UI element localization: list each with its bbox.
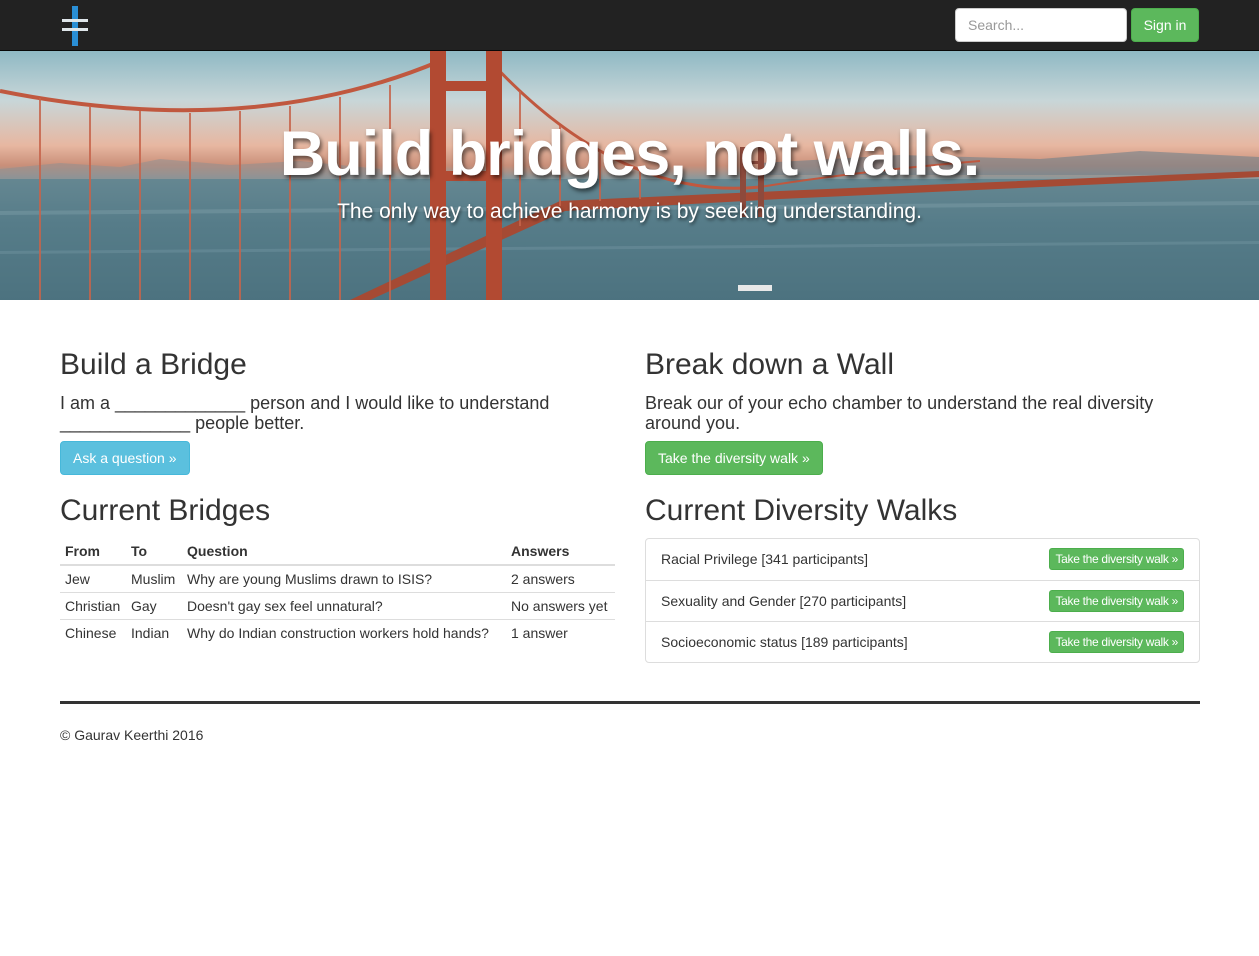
walk-take-button[interactable]: Take the diversity walk » bbox=[1049, 548, 1184, 570]
ask-question-button[interactable]: Ask a question » bbox=[60, 441, 190, 475]
navbar: Sign in bbox=[0, 0, 1259, 51]
current-bridges-heading: Current Bridges bbox=[60, 494, 271, 527]
cell-answers: 1 answer bbox=[506, 618, 615, 646]
take-diversity-walk-button[interactable]: Take the diversity walk » bbox=[645, 441, 823, 475]
break-wall-heading: Break down a Wall bbox=[645, 348, 894, 381]
diversity-walks-list: Racial Privilege [341 participants] Take… bbox=[645, 538, 1200, 663]
cell-question[interactable]: Why do Indian construction workers hold … bbox=[182, 618, 506, 646]
sign-in-button[interactable]: Sign in bbox=[1131, 8, 1199, 42]
cell-from: Jew bbox=[60, 564, 126, 592]
hero-banner: Build bridges, not walls. The only way t… bbox=[0, 51, 1259, 300]
cell-answers: 2 answers bbox=[506, 564, 615, 592]
table-row[interactable]: Jew Muslim Why are young Muslims drawn t… bbox=[60, 564, 615, 592]
list-item: Sexuality and Gender [270 participants] … bbox=[646, 580, 1199, 621]
cell-answers: No answers yet bbox=[506, 591, 615, 619]
break-wall-lead: Break our of your echo chamber to unders… bbox=[645, 393, 1154, 433]
cell-from: Chinese bbox=[60, 618, 126, 646]
search-input[interactable] bbox=[955, 8, 1127, 42]
cell-to: Muslim bbox=[126, 564, 182, 592]
walk-label: Socioeconomic status [189 participants] bbox=[661, 634, 908, 650]
current-walks-heading: Current Diversity Walks bbox=[645, 494, 958, 527]
bridges-table: From To Question Answers Jew Muslim Why … bbox=[60, 538, 615, 646]
column-header-from: From bbox=[60, 538, 126, 566]
walk-take-button[interactable]: Take the diversity walk » bbox=[1049, 590, 1184, 612]
cell-question[interactable]: Why are young Muslims drawn to ISIS? bbox=[182, 564, 506, 592]
hero-subtitle: The only way to achieve harmony is by se… bbox=[337, 200, 922, 223]
walk-label: Sexuality and Gender [270 participants] bbox=[661, 593, 907, 609]
cell-to: Indian bbox=[126, 618, 182, 646]
footer-copyright: © Gaurav Keerthi 2016 bbox=[60, 727, 204, 743]
bridge-logo-icon[interactable] bbox=[60, 6, 90, 46]
cell-to: Gay bbox=[126, 591, 182, 619]
column-header-question: Question bbox=[182, 538, 506, 566]
list-item: Racial Privilege [341 participants] Take… bbox=[646, 539, 1199, 580]
table-row[interactable]: Christian Gay Doesn't gay sex feel unnat… bbox=[60, 591, 615, 619]
cell-from: Christian bbox=[60, 591, 126, 619]
walk-label: Racial Privilege [341 participants] bbox=[661, 551, 868, 567]
build-bridge-lead: I am a _____________ person and I would … bbox=[60, 393, 550, 433]
column-header-answers: Answers bbox=[506, 538, 615, 566]
table-header-row: From To Question Answers bbox=[60, 538, 615, 566]
column-header-to: To bbox=[126, 538, 182, 566]
list-item: Socioeconomic status [189 participants] … bbox=[646, 621, 1199, 662]
walk-take-button[interactable]: Take the diversity walk » bbox=[1049, 631, 1184, 653]
table-row[interactable]: Chinese Indian Why do Indian constructio… bbox=[60, 618, 615, 646]
cell-question[interactable]: Doesn't gay sex feel unnatural? bbox=[182, 591, 506, 619]
footer-divider bbox=[60, 701, 1200, 704]
hero-title: Build bridges, not walls. bbox=[279, 119, 981, 189]
build-bridge-heading: Build a Bridge bbox=[60, 348, 247, 381]
